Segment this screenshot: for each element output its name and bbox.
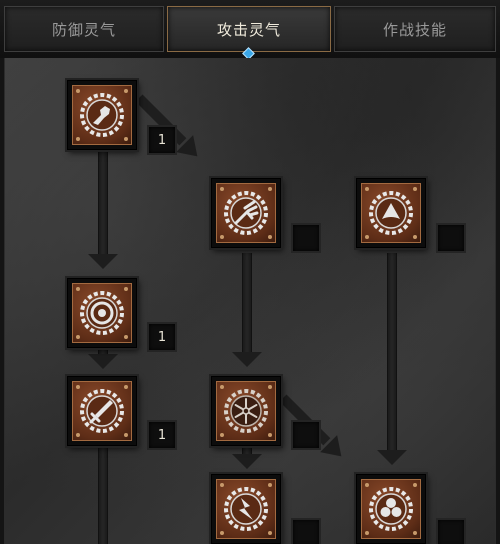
skill-level-box: 1	[147, 420, 177, 450]
connector-arrow	[88, 354, 118, 369]
trefoil-icon	[369, 487, 413, 531]
skill-node-5[interactable]	[67, 376, 137, 446]
skill-level-box: 1	[147, 125, 177, 155]
target-ring-icon	[80, 291, 124, 335]
connector-line	[98, 448, 108, 544]
sword-icon	[80, 389, 124, 433]
connector-line	[242, 253, 252, 353]
connector-line	[98, 150, 108, 255]
shield-icon	[369, 191, 413, 235]
skill-node-2[interactable]	[211, 178, 281, 248]
tab-offensive-auras[interactable]: 攻击灵气	[167, 6, 331, 52]
fist-icon	[80, 93, 124, 137]
lightning-icon	[224, 487, 268, 531]
skill-tab-bar: 防御灵气 攻击灵气 作战技能	[0, 0, 500, 60]
tab-combat-skills[interactable]: 作战技能	[334, 6, 496, 52]
skill-node-7[interactable]	[211, 474, 281, 544]
skill-node-1[interactable]	[67, 80, 137, 150]
skill-level-box	[291, 223, 321, 253]
tab-defensive-auras[interactable]: 防御灵气	[4, 6, 164, 52]
connector-arrow	[88, 254, 118, 269]
connector-arrow	[377, 450, 407, 465]
skill-tree-board: 1 1 1	[4, 58, 496, 544]
trident-icon	[224, 191, 268, 235]
skill-node-3[interactable]	[356, 178, 426, 248]
skill-node-4[interactable]	[67, 278, 137, 348]
skill-level-box	[436, 223, 466, 253]
connector-arrow	[232, 454, 262, 469]
skill-node-8[interactable]	[356, 474, 426, 544]
skill-level-box	[436, 518, 466, 544]
connector-line	[387, 253, 397, 450]
skill-level-box	[291, 518, 321, 544]
connector-arrow	[232, 352, 262, 367]
skill-level-box	[291, 420, 321, 450]
snowflake-icon	[224, 389, 268, 433]
skill-level-box: 1	[147, 322, 177, 352]
skill-node-6[interactable]	[211, 376, 281, 446]
